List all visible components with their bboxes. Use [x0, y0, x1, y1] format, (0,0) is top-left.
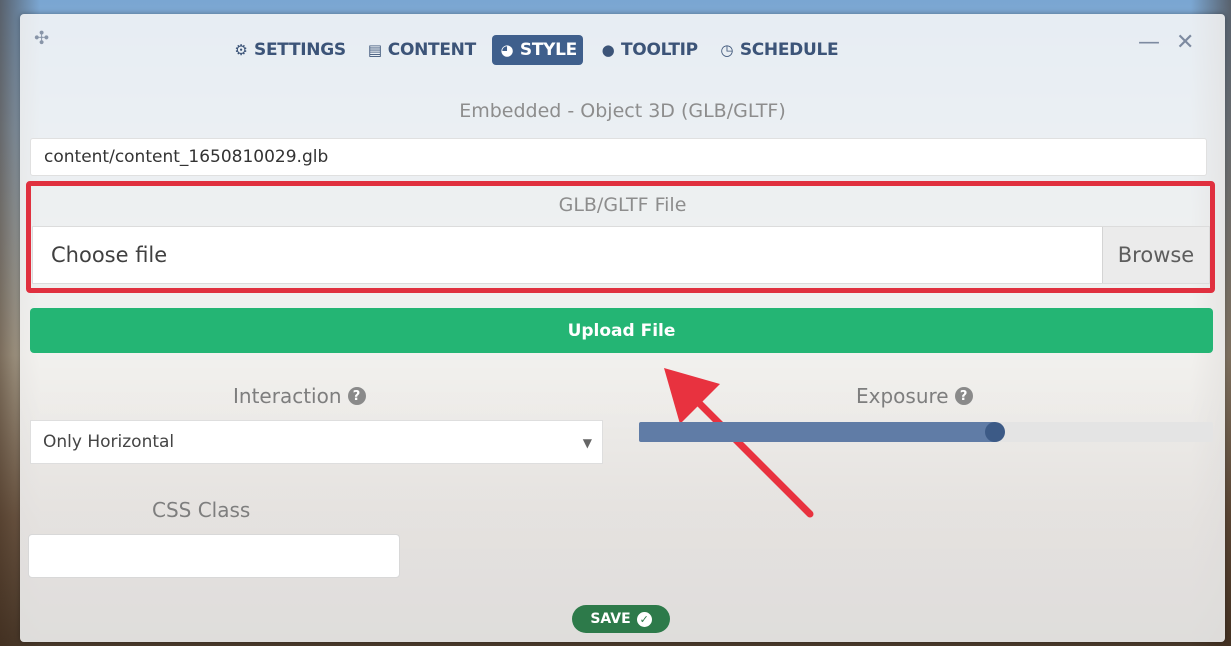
section-title: Embedded - Object 3D (GLB/GLTF)	[459, 100, 786, 122]
chat-icon: ●	[601, 41, 615, 59]
clock-icon: ◷	[720, 41, 734, 59]
help-icon[interactable]: ?	[347, 387, 366, 405]
help-icon[interactable]: ?	[954, 387, 973, 405]
interaction-label-text: Interaction	[233, 384, 342, 408]
tab-label: SETTINGS	[254, 40, 346, 60]
save-label: SAVE	[590, 611, 631, 627]
tab-style[interactable]: ◕ STYLE	[491, 35, 583, 65]
content-icon: ▤	[367, 41, 382, 59]
exposure-label: Exposure ?	[856, 384, 973, 408]
interaction-label: Interaction ?	[233, 384, 366, 408]
css-class-label-text: CSS Class	[152, 498, 251, 522]
exposure-label-text: Exposure	[856, 384, 949, 408]
tab-settings[interactable]: ⚙ SETTINGS	[228, 36, 350, 64]
css-class-input[interactable]	[28, 534, 400, 578]
browse-button[interactable]: Browse	[1102, 227, 1209, 283]
style-panel: ✣ ⚙ SETTINGS ▤ CONTENT ◕ STYLE ● TOOLTIP…	[20, 14, 1225, 642]
file-chooser-text[interactable]: Choose file	[33, 227, 1102, 283]
minimize-button[interactable]: —	[1138, 32, 1160, 54]
interaction-select-value: Only Horizontal	[43, 432, 175, 452]
close-button[interactable]: ✕	[1176, 32, 1194, 54]
gear-icon: ⚙	[234, 41, 248, 59]
chevron-down-icon: ▼	[582, 436, 592, 450]
palette-icon: ◕	[500, 41, 514, 59]
tab-label: TOOLTIP	[621, 40, 698, 60]
exposure-slider-thumb[interactable]	[984, 422, 1005, 442]
move-icon[interactable]: ✣	[34, 30, 52, 48]
exposure-slider-fill	[639, 422, 995, 442]
tab-bar: ⚙ SETTINGS ▤ CONTENT ◕ STYLE ● TOOLTIP ◷…	[228, 32, 842, 68]
css-class-label: CSS Class	[152, 498, 250, 522]
file-chooser[interactable]: Choose file Browse	[32, 226, 1210, 284]
tab-schedule[interactable]: ◷ SCHEDULE	[714, 36, 843, 64]
exposure-slider[interactable]	[639, 422, 1213, 442]
tab-tooltip[interactable]: ● TOOLTIP	[595, 36, 702, 64]
upload-file-button[interactable]: Upload File	[30, 308, 1213, 353]
tab-label: SCHEDULE	[739, 40, 839, 60]
tab-label: CONTENT	[387, 40, 476, 60]
tab-content[interactable]: ▤ CONTENT	[362, 36, 480, 64]
save-button[interactable]: SAVE ✓	[572, 605, 670, 633]
tab-label: STYLE	[519, 40, 577, 60]
file-label: GLB/GLTF File	[558, 194, 687, 216]
file-path-field[interactable]: content/content_1650810029.glb	[30, 138, 1207, 176]
check-icon: ✓	[636, 611, 652, 627]
interaction-select[interactable]: Only Horizontal ▼	[30, 420, 603, 464]
